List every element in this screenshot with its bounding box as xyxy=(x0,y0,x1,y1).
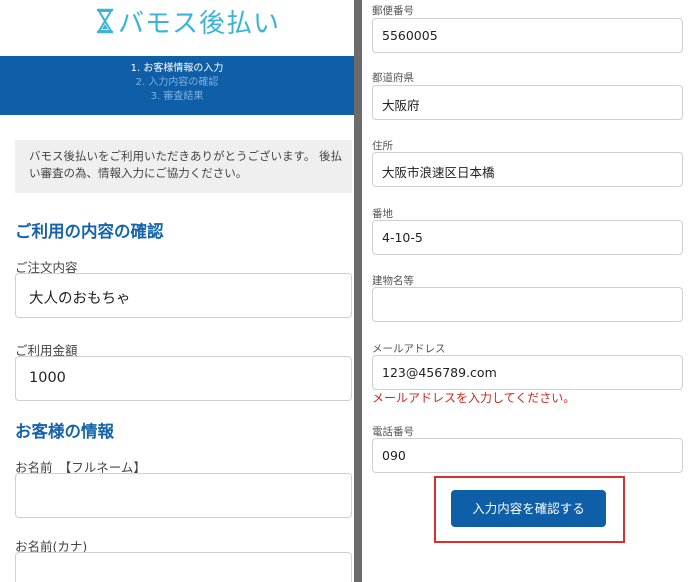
postal-label: 郵便番号 xyxy=(372,5,414,17)
order-section-heading: ご利用の内容の確認 xyxy=(15,222,164,241)
address-label: 住所 xyxy=(372,140,393,152)
brand-logo: バモス後払い xyxy=(94,4,281,39)
email-label: メールアドレス xyxy=(372,343,446,355)
right-pane: 郵便番号 5560005 都道府県 大阪府 住所 大阪市浪速区日本橋 番地 4-… xyxy=(362,0,700,582)
pref-label: 都道府県 xyxy=(372,72,414,84)
step-3: 3. 審査結果 xyxy=(150,91,204,102)
progress-steps: 1. お客様情報の入力 2. 入力内容の確認 3. 審査結果 xyxy=(0,56,354,115)
left-pane: バモス後払い 1. お客様情報の入力 2. 入力内容の確認 3. 審査結果 バモ… xyxy=(0,0,354,582)
amount-field[interactable]: 1000 xyxy=(15,356,352,401)
building-label: 建物名等 xyxy=(372,275,414,287)
order-field[interactable]: 大人のおもちゃ xyxy=(15,273,352,318)
brand-name: バモス後払い xyxy=(118,8,281,39)
step-1: 1. お客様情報の入力 xyxy=(130,63,224,74)
hourglass-icon xyxy=(97,8,113,34)
notice-box: バモス後払いをご利用いただきありがとうございます。 後払い審査の為、情報入力にご… xyxy=(15,140,352,193)
pref-field[interactable]: 大阪府 xyxy=(372,85,683,120)
confirm-submit-button[interactable]: 入力内容を確認する xyxy=(451,490,606,527)
pane-divider xyxy=(354,0,362,582)
customer-section-heading: お客様の情報 xyxy=(15,422,114,441)
kana-field[interactable] xyxy=(15,552,352,582)
block-field[interactable]: 4-10-5 xyxy=(372,220,683,255)
postal-field[interactable]: 5560005 xyxy=(372,18,683,53)
email-field[interactable]: 123@456789.com xyxy=(372,355,683,390)
step-2: 2. 入力内容の確認 xyxy=(135,77,219,88)
phone-label: 電話番号 xyxy=(372,426,414,438)
phone-field[interactable]: 090 xyxy=(372,438,683,473)
name-field[interactable] xyxy=(15,473,352,518)
email-error: メールアドレスを入力してください。 xyxy=(372,391,576,405)
address-field[interactable]: 大阪市浪速区日本橋 xyxy=(372,152,683,187)
building-field[interactable] xyxy=(372,287,683,322)
block-label: 番地 xyxy=(372,208,393,220)
